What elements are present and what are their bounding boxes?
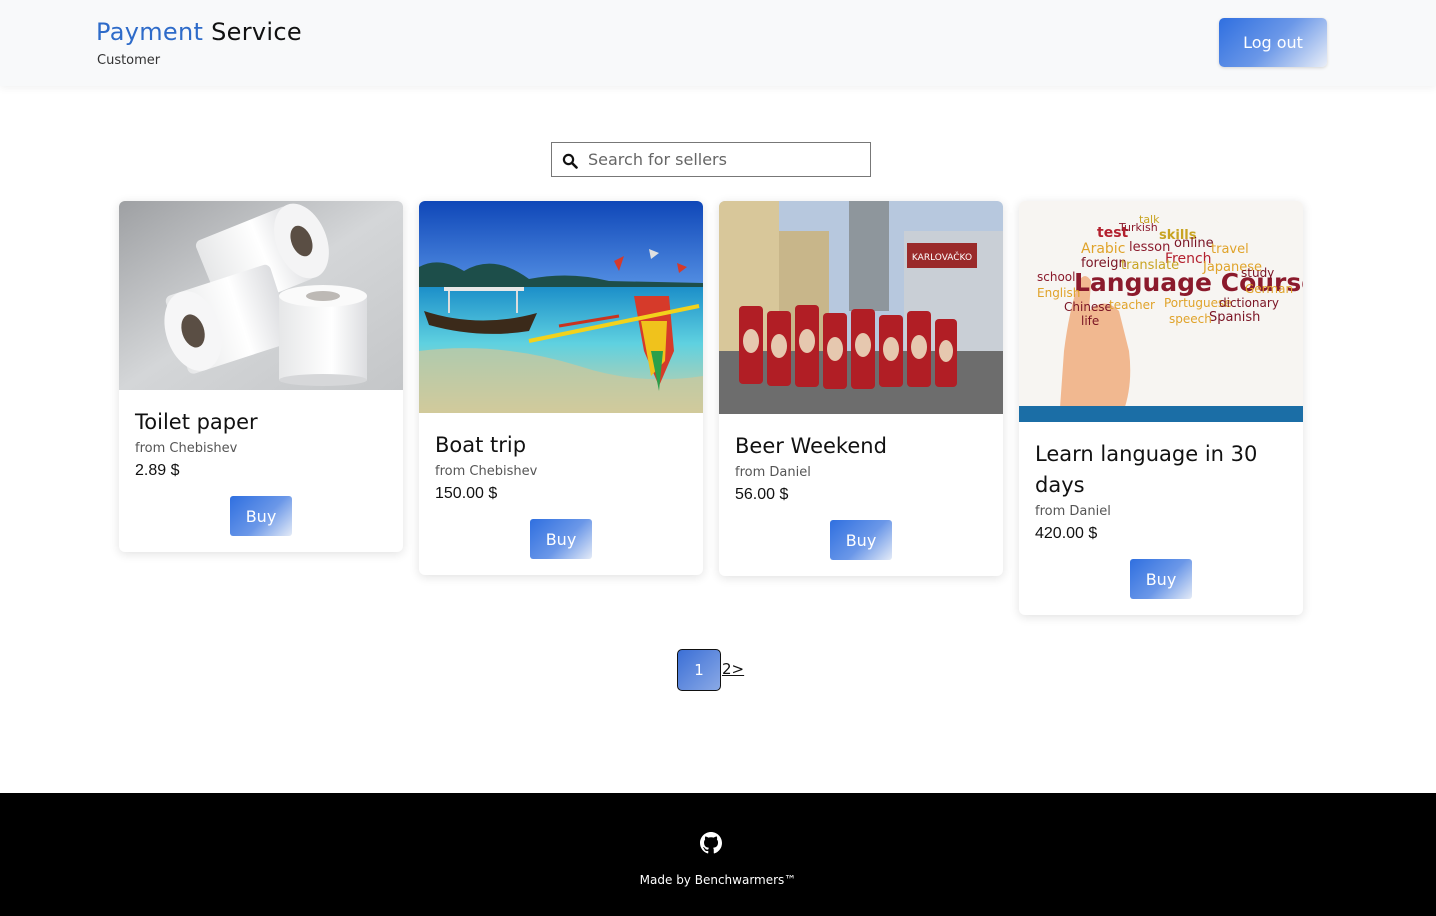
logout-button[interactable]: Log out xyxy=(1219,18,1327,67)
product-image-toilet-paper xyxy=(119,201,403,390)
product-title: Boat trip xyxy=(435,433,527,457)
word-cloud-word: translate xyxy=(1121,258,1179,273)
pagination-next-link[interactable]: 2> xyxy=(722,660,744,678)
word-cloud-word: speech xyxy=(1169,312,1212,326)
brand-accent-text: Payment xyxy=(96,18,204,46)
app-brand[interactable]: Payment Service xyxy=(96,18,302,46)
word-cloud-word: English xyxy=(1037,286,1080,300)
product-price: 150.00 $ xyxy=(435,485,498,502)
word-cloud-word: Chinese xyxy=(1064,300,1112,314)
product-seller: from Chebishev xyxy=(435,464,538,479)
word-cloud-word: Spanish xyxy=(1209,310,1260,325)
product-title: Beer Weekend xyxy=(735,434,887,458)
product-card: Boat trip from Chebishev 150.00 $ Buy xyxy=(419,201,703,575)
product-card: KARLOVAČKO Beer Weekend from Daniel 56.0… xyxy=(719,201,1003,576)
word-cloud-word: study xyxy=(1241,266,1274,280)
search-icon xyxy=(562,153,578,169)
footer-credits: Made by Benchwarmers™ xyxy=(639,873,797,887)
product-seller: from Daniel xyxy=(1035,504,1111,519)
product-price: 56.00 $ xyxy=(735,486,789,503)
word-cloud-word: talk xyxy=(1139,213,1160,226)
buy-button[interactable]: Buy xyxy=(830,520,892,560)
product-card: Language Courses test skills Arabic less… xyxy=(1019,201,1303,615)
user-role-label: Customer xyxy=(97,53,161,68)
github-icon[interactable] xyxy=(700,832,722,854)
word-cloud-word: Arabic xyxy=(1081,241,1125,257)
brand-rest-text: Service xyxy=(203,18,302,46)
seller-search-box[interactable] xyxy=(551,142,871,177)
word-cloud-word: travel xyxy=(1211,242,1249,257)
product-image-beer-weekend: KARLOVAČKO xyxy=(719,201,1003,414)
product-image-boat-trip xyxy=(419,201,703,413)
search-input[interactable] xyxy=(588,145,866,174)
word-cloud-word: dictionary xyxy=(1219,296,1279,310)
word-cloud-word: school xyxy=(1037,270,1075,284)
product-title: Learn language in 30 days xyxy=(1035,442,1258,497)
buy-button[interactable]: Buy xyxy=(1130,559,1192,599)
word-cloud-word: online xyxy=(1174,236,1214,251)
top-navbar: Payment Service Customer Log out xyxy=(0,0,1436,86)
product-seller: from Chebishev xyxy=(135,441,238,456)
beer-sign-text: KARLOVAČKO xyxy=(912,251,972,263)
word-cloud-word: teacher xyxy=(1109,298,1155,312)
footer xyxy=(0,793,1436,916)
product-seller: from Daniel xyxy=(735,465,811,480)
buy-button[interactable]: Buy xyxy=(230,496,292,536)
product-card: Toilet paper from Chebishev 2.89 $ Buy xyxy=(119,201,403,552)
product-title: Toilet paper xyxy=(135,410,258,434)
product-price: 420.00 $ xyxy=(1035,525,1098,542)
word-cloud-word: life xyxy=(1081,314,1099,328)
word-cloud-word: German xyxy=(1245,282,1293,296)
buy-button[interactable]: Buy xyxy=(530,519,592,559)
pagination-current-page[interactable]: 1 xyxy=(677,649,721,691)
word-cloud-word: foreign xyxy=(1081,256,1127,271)
product-price: 2.89 $ xyxy=(135,462,180,479)
product-image-language-courses: Language Courses test skills Arabic less… xyxy=(1019,201,1303,422)
